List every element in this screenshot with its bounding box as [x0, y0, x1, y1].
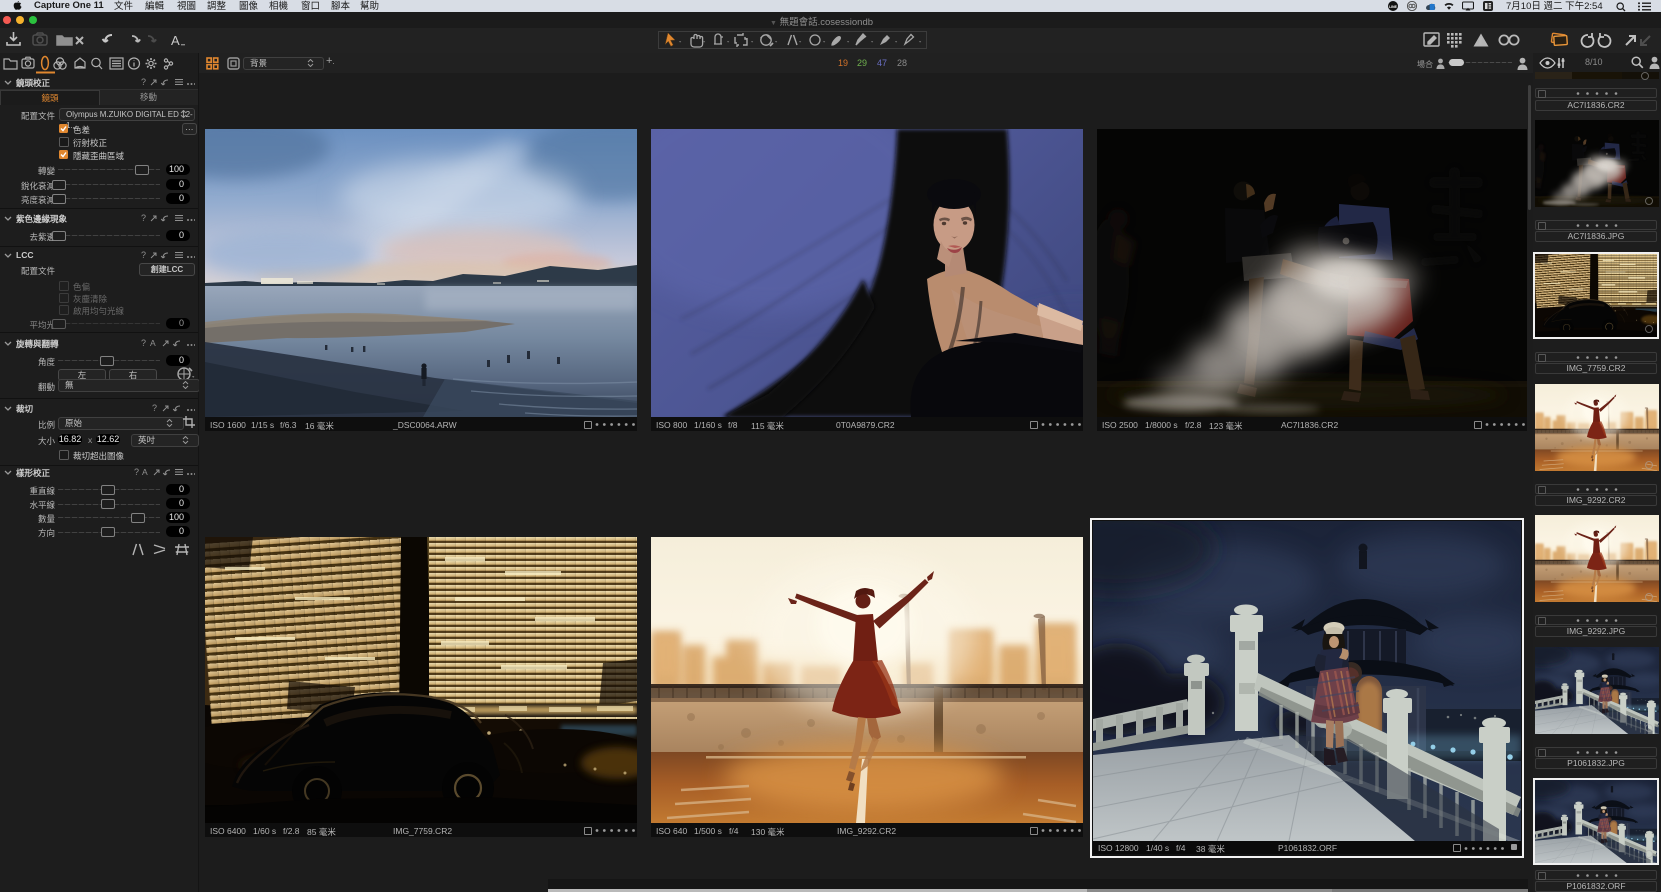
svg-text:A: A [171, 33, 180, 48]
svg-text:?: ? [141, 338, 146, 348]
svg-text:A: A [150, 338, 156, 348]
svg-text:A: A [142, 467, 148, 477]
svg-text:?: ? [141, 77, 146, 87]
svg-text:?: ? [141, 213, 146, 223]
svg-text:?: ? [134, 467, 139, 477]
svg-text:?: ? [152, 403, 157, 413]
svg-text:LINE: LINE [1389, 5, 1397, 9]
svg-text:!: ! [1479, 37, 1482, 46]
svg-text:?: ? [141, 250, 146, 260]
